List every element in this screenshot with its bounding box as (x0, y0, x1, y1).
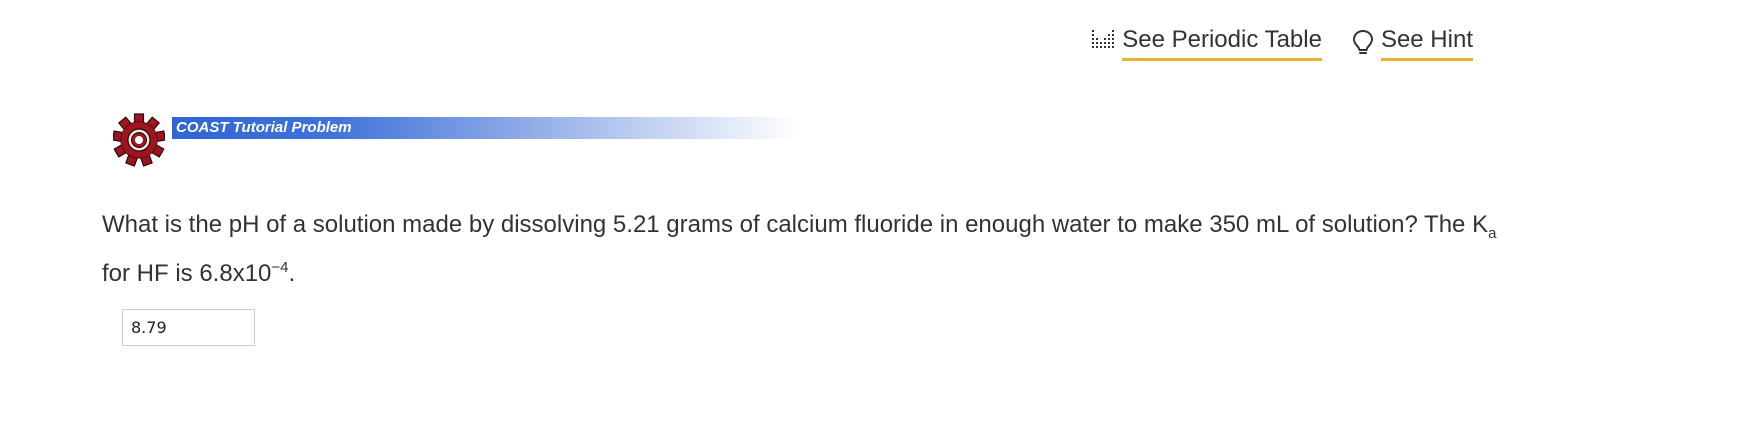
see-hint-label: See Hint (1380, 26, 1473, 61)
question-text: What is the pH of a solution made by dis… (102, 208, 1522, 291)
answer-input[interactable] (122, 309, 255, 346)
top-links: See Periodic Table See Hint (1091, 26, 1473, 61)
gear-icon (111, 113, 167, 172)
periodic-table-icon (1091, 29, 1115, 56)
k-subscript: a (1488, 224, 1497, 242)
question-text-part-2: for HF is 6.8x10 (102, 259, 272, 287)
question-text-part-1: What is the pH of a solution made by dis… (102, 211, 1489, 238)
question-text-part-3: . (288, 259, 296, 287)
see-hint-link[interactable]: See Hint (1352, 26, 1473, 61)
lightbulb-icon (1352, 29, 1374, 60)
banner-bar: COAST Tutorial Problem (172, 117, 798, 139)
coast-tutorial-banner: COAST Tutorial Problem (111, 113, 813, 172)
exponent: −4 (271, 258, 289, 276)
see-periodic-table-link[interactable]: See Periodic Table (1091, 26, 1322, 61)
banner-title: COAST Tutorial Problem (176, 119, 352, 136)
see-periodic-table-label: See Periodic Table (1122, 26, 1322, 61)
